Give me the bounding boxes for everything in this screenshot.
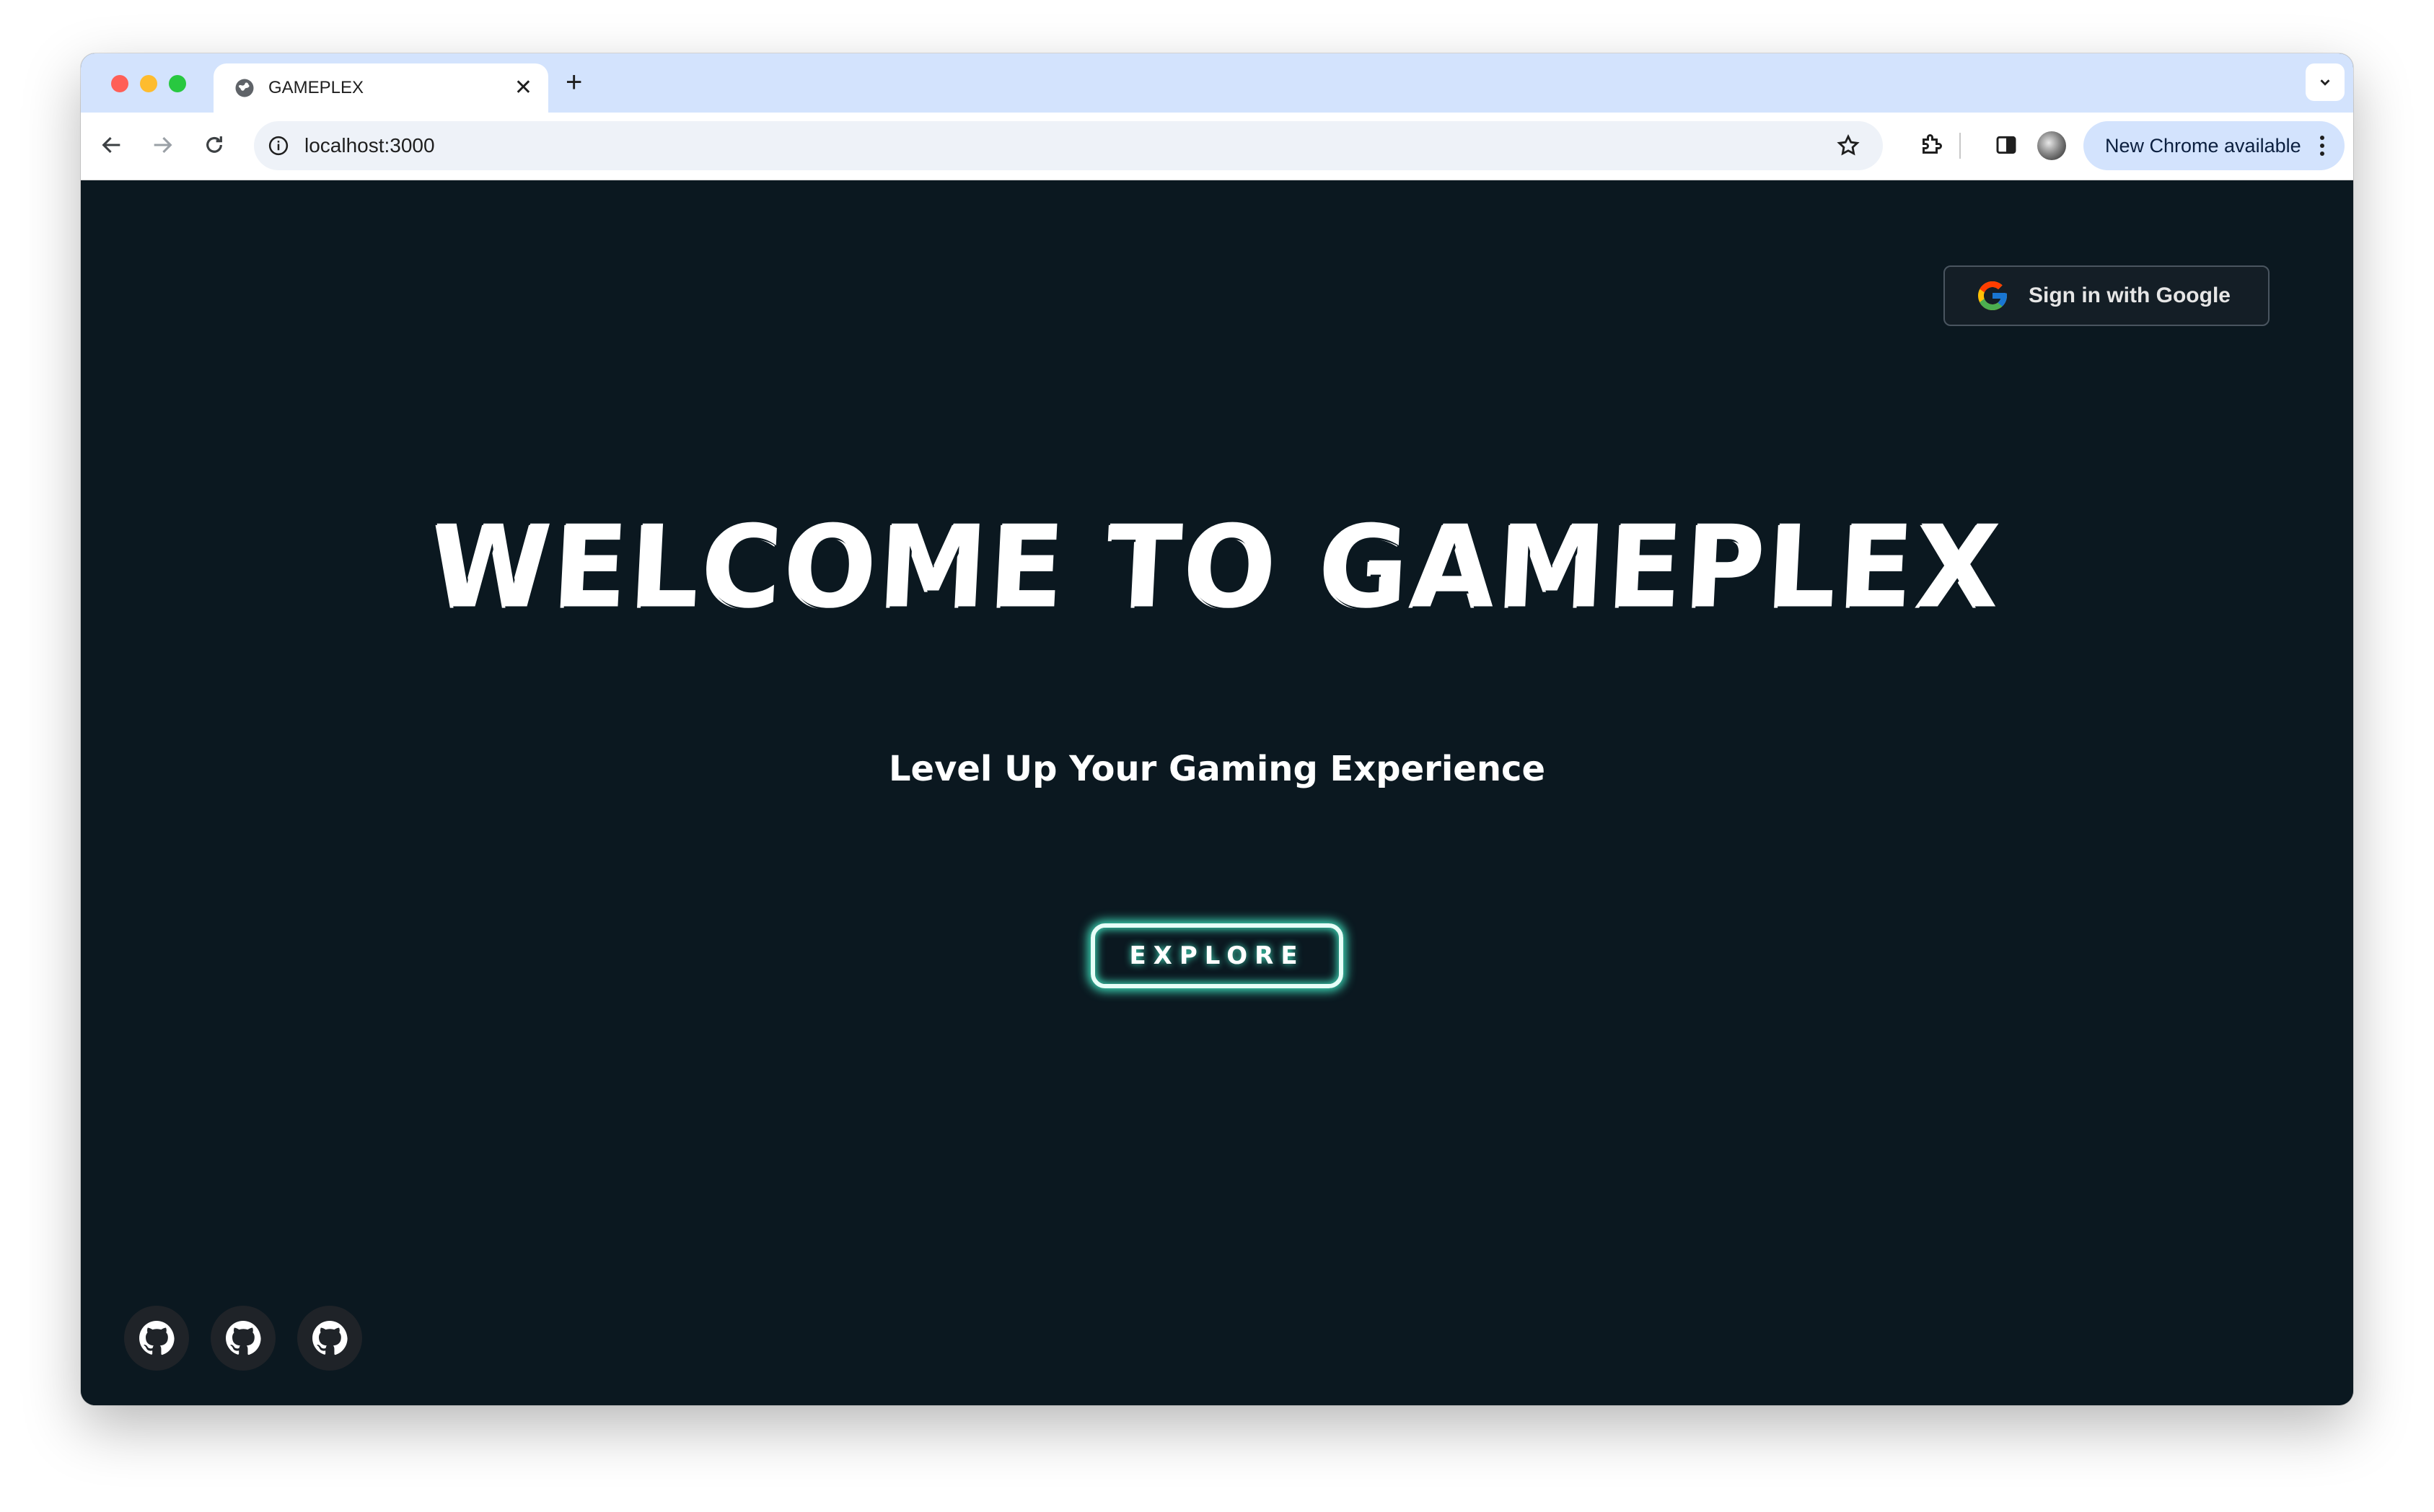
- tab-search-button[interactable]: [2306, 63, 2345, 101]
- browser-window: GAMEPLEX ✕ + localhost:3000 New Chrome a…: [81, 53, 2353, 1405]
- tab-strip: GAMEPLEX ✕ +: [81, 53, 2353, 113]
- side-panel-icon: [1996, 136, 2016, 154]
- tab-close-icon[interactable]: ✕: [514, 77, 532, 99]
- address-bar[interactable]: localhost:3000: [254, 121, 1883, 170]
- tab-title: GAMEPLEX: [268, 78, 364, 97]
- google-sign-in-label: Sign in with Google: [2029, 284, 2231, 307]
- github-link-3[interactable]: [297, 1306, 362, 1371]
- bookmark-star-icon[interactable]: [1834, 131, 1863, 160]
- github-icon: [139, 1321, 175, 1355]
- reload-button[interactable]: [198, 128, 231, 162]
- side-panel-button[interactable]: [1990, 128, 2023, 162]
- minimize-window-button[interactable]: [140, 75, 157, 92]
- hero-subtitle: Level Up Your Gaming Experience: [888, 749, 1546, 789]
- back-button[interactable]: [95, 128, 128, 162]
- hero-title: WELCOME TO GAMEPLEX: [428, 501, 2006, 634]
- github-link-2[interactable]: [211, 1306, 276, 1371]
- chevron-down-icon: [2320, 79, 2330, 86]
- reload-icon: [206, 136, 222, 153]
- more-vert-icon: [2319, 136, 2326, 156]
- forward-button[interactable]: [146, 128, 179, 162]
- close-window-button[interactable]: [111, 75, 128, 92]
- maximize-window-button[interactable]: [169, 75, 186, 92]
- google-sign-in-button[interactable]: Sign in with Google: [1943, 265, 2270, 326]
- arrow-right-icon: [154, 136, 172, 154]
- url-text: localhost:3000: [304, 134, 435, 157]
- globe-icon: [235, 79, 254, 97]
- tab-gameplex[interactable]: GAMEPLEX ✕: [214, 63, 548, 113]
- github-link-1[interactable]: [124, 1306, 189, 1371]
- google-logo-icon: [1978, 281, 2007, 310]
- toolbar-divider: [1959, 133, 1961, 159]
- site-info-icon[interactable]: [265, 133, 291, 159]
- profile-avatar[interactable]: [2037, 131, 2066, 160]
- chrome-update-button[interactable]: New Chrome available: [2083, 121, 2345, 170]
- extensions-button[interactable]: [1915, 128, 1948, 162]
- explore-label: EXPLORE: [1129, 941, 1305, 970]
- github-icon: [312, 1321, 348, 1355]
- browser-toolbar: localhost:3000 New Chrome available: [81, 113, 2353, 180]
- new-tab-button[interactable]: +: [566, 66, 582, 99]
- page-content: Sign in with Google WELCOME TO GAMEPLEX …: [81, 180, 2353, 1405]
- puzzle-icon: [1923, 134, 1942, 154]
- update-label: New Chrome available: [2105, 134, 2301, 157]
- github-icon: [226, 1321, 261, 1355]
- arrow-left-icon: [102, 136, 120, 154]
- explore-button[interactable]: EXPLORE: [1091, 923, 1343, 988]
